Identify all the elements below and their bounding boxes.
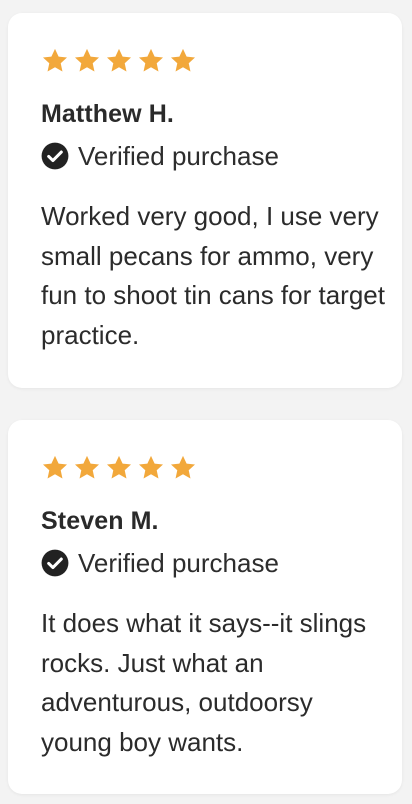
star-icon [73,454,101,482]
star-rating [41,454,402,482]
check-circle-icon [41,142,69,170]
reviewer-name: Matthew H. [41,100,174,128]
review-card: Matthew H. Verified purchase Worked very… [8,13,402,388]
star-icon [169,454,197,482]
review-text: It does what it says--it slings rocks. J… [41,608,367,757]
verified-badge: Verified purchase [41,141,402,171]
star-icon [105,454,133,482]
reviews-list: Matthew H. Verified purchase Worked very… [0,0,412,804]
verified-label: Verified purchase [78,548,279,578]
reviewer-name: Steven M. [41,507,159,535]
review-text: Worked very good, I use very small pecan… [41,201,385,350]
star-icon [41,47,69,75]
check-circle-icon [41,549,69,577]
verified-badge: Verified purchase [41,548,402,578]
review-card: Steven M. Verified purchase It does what… [8,420,402,794]
verified-label: Verified purchase [78,141,279,171]
star-icon [169,47,197,75]
star-icon [41,454,69,482]
star-icon [105,47,133,75]
star-icon [137,454,165,482]
star-icon [137,47,165,75]
star-rating [41,47,402,75]
star-icon [73,47,101,75]
